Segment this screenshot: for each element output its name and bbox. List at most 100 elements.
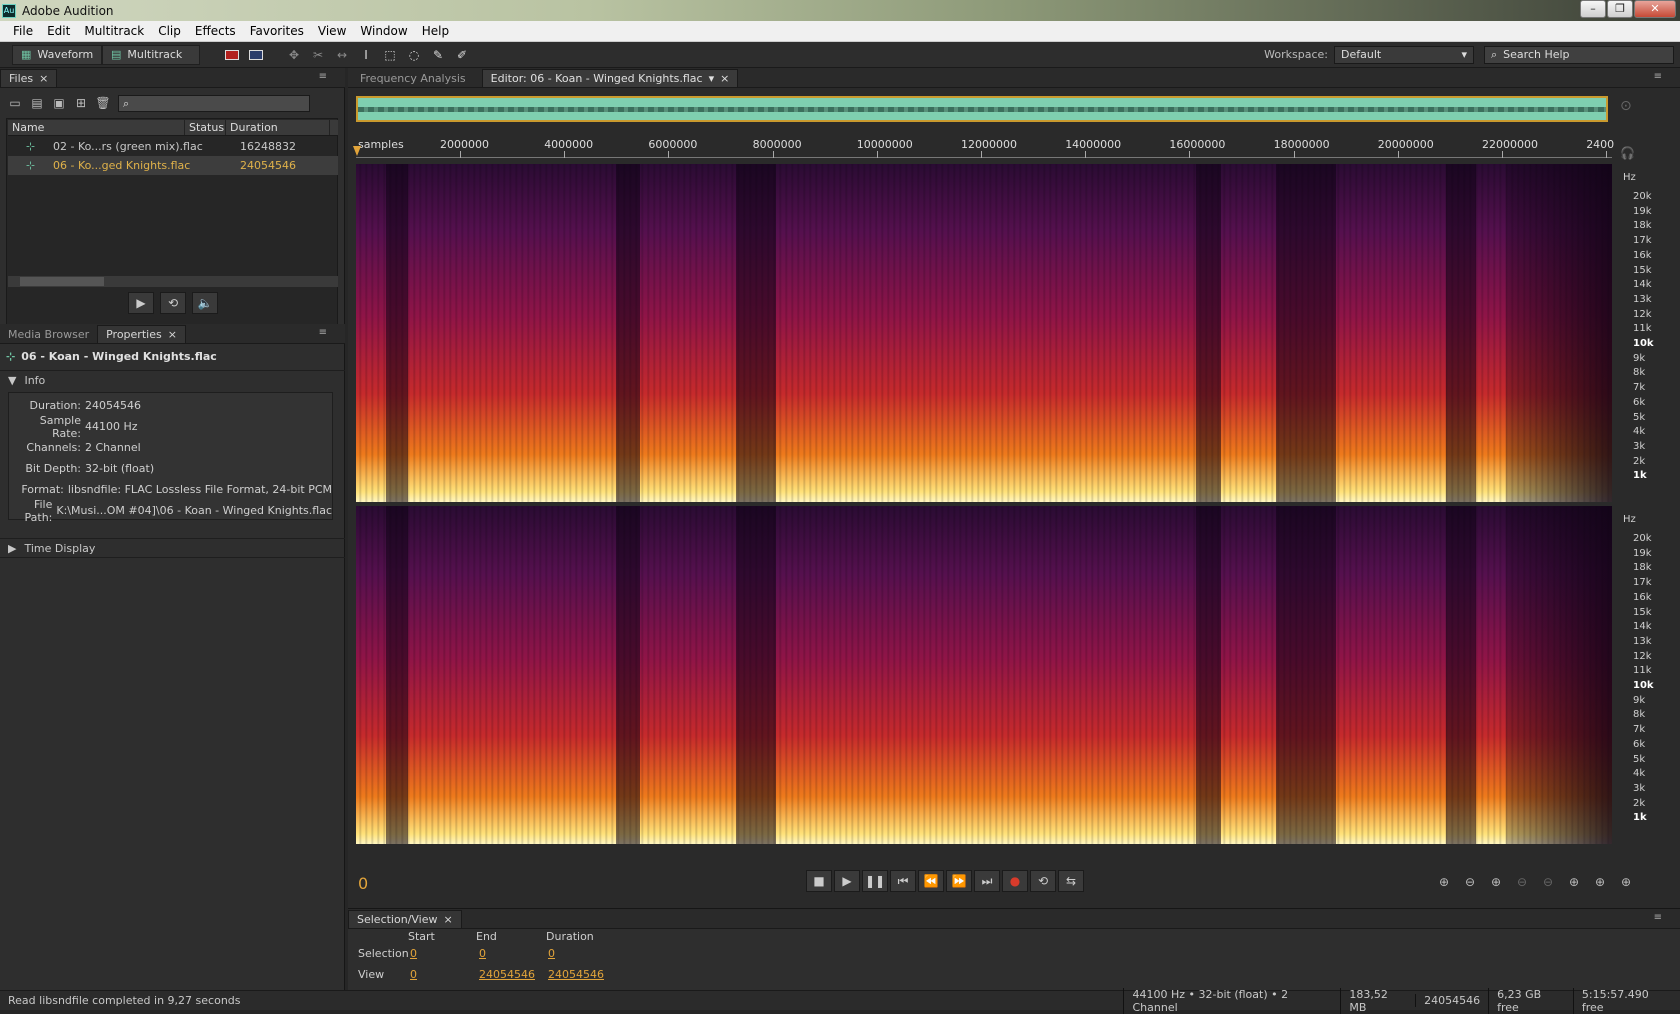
tab-frequency-analysis[interactable]: Frequency Analysis <box>352 69 474 87</box>
menu-view[interactable]: View <box>311 24 353 38</box>
import-icon[interactable]: ▤ <box>26 93 48 113</box>
files-tab-row: Files × ≡ <box>0 68 345 88</box>
razor-tool-icon[interactable]: ✂ <box>306 45 330 65</box>
multitrack-view-button[interactable]: ▤ Multitrack <box>102 44 200 65</box>
zoom-out-full-icon[interactable]: ⊖ <box>1537 872 1559 892</box>
rewind-button[interactable]: ⏪ <box>918 870 944 892</box>
scrollbar-thumb[interactable] <box>20 277 104 286</box>
search-help-input[interactable]: ⌕ Search Help <box>1484 45 1674 64</box>
zoom-in-time-icon[interactable]: ⊕ <box>1485 872 1507 892</box>
auto-play-button[interactable]: 🔈 <box>192 292 218 314</box>
panel-menu-icon[interactable]: ≡ <box>319 71 327 82</box>
skip-to-end-button[interactable]: ⏭ <box>974 870 1000 892</box>
loop-preview-button[interactable]: ⟲ <box>160 292 186 314</box>
panel-menu-icon[interactable]: ≡ <box>1654 912 1662 923</box>
spot-healing-tool-icon[interactable]: ✐ <box>450 45 474 65</box>
menu-clip[interactable]: Clip <box>151 24 188 38</box>
panel-menu-icon[interactable]: ≡ <box>1654 71 1662 82</box>
time-ruler[interactable]: samples 2000000 4000000 6000000 8000000 1000… <box>353 136 1614 158</box>
insert-into-multitrack-icon[interactable]: ⊞ <box>70 93 92 113</box>
close-window-button[interactable]: ✕ <box>1634 0 1676 18</box>
brush-tool-icon[interactable]: ✎ <box>426 45 450 65</box>
tab-media-browser[interactable]: Media Browser <box>0 325 97 343</box>
time-selection-tool-icon[interactable]: I <box>354 45 378 65</box>
tab-editor[interactable]: Editor: 06 - Koan - Winged Knights.flac … <box>481 69 739 87</box>
menu-help[interactable]: Help <box>415 24 456 38</box>
zoom-in-amplitude-icon[interactable]: ⊕ <box>1433 872 1455 892</box>
menu-favorites[interactable]: Favorites <box>243 24 311 38</box>
zoom-selection-icon[interactable]: ⊕ <box>1615 872 1637 892</box>
maximize-button[interactable]: ❐ <box>1607 0 1633 18</box>
selection-end-value[interactable]: 0 <box>479 947 486 960</box>
tab-selection-view[interactable]: Selection/View × <box>348 910 462 928</box>
new-file-icon[interactable]: ▣ <box>48 93 70 113</box>
play-button[interactable]: ▶ <box>834 870 860 892</box>
column-duration[interactable]: Duration <box>226 120 330 135</box>
fast-forward-button[interactable]: ⏩ <box>946 870 972 892</box>
menu-file[interactable]: File <box>6 24 40 38</box>
record-button[interactable]: ● <box>1002 870 1028 892</box>
pause-button[interactable]: ❚❚ <box>862 870 888 892</box>
file-row[interactable]: ⊹ 06 - Ko...ged Knights.flac 24054546 <box>8 156 338 175</box>
info-section-header[interactable]: ▼ Info <box>0 370 345 390</box>
column-name[interactable]: Name <box>8 120 185 135</box>
playhead-marker[interactable] <box>353 146 361 156</box>
chevron-down-icon[interactable]: ▾ <box>709 72 715 85</box>
move-tool-icon[interactable]: ✥ <box>282 45 306 65</box>
menu-edit[interactable]: Edit <box>40 24 77 38</box>
marquee-tool-icon[interactable]: ⬚ <box>378 45 402 65</box>
skip-to-start-button[interactable]: ⏮ <box>890 870 916 892</box>
status-message: Read libsndfile completed in 9,27 second… <box>8 994 241 1007</box>
hz-tick-label: 7k <box>1633 724 1646 736</box>
selection-start-value[interactable]: 0 <box>410 947 417 960</box>
overview-waveform[interactable] <box>356 96 1608 122</box>
waveform-view-button[interactable]: ▦ Waveform <box>12 44 102 65</box>
minimize-button[interactable]: – <box>1580 0 1606 18</box>
zoom-out-amplitude-icon[interactable]: ⊖ <box>1459 872 1481 892</box>
zoom-out-time-icon[interactable]: ⊖ <box>1511 872 1533 892</box>
view-duration-value[interactable]: 24054546 <box>548 968 604 981</box>
close-icon[interactable]: × <box>168 328 177 341</box>
loop-playback-button[interactable]: ⟲ <box>1030 870 1056 892</box>
status-bar: Read libsndfile completed in 9,27 second… <box>0 987 1680 1014</box>
tab-properties[interactable]: Properties × <box>97 325 186 343</box>
lasso-tool-icon[interactable]: ◌ <box>402 45 426 65</box>
workspace-select[interactable]: Default ▾ <box>1334 45 1474 64</box>
skip-selection-button[interactable]: ⇆ <box>1058 870 1084 892</box>
spectrogram-channel-1[interactable] <box>356 164 1612 502</box>
current-time-readout: 0 <box>358 874 369 893</box>
panel-menu-icon[interactable]: ≡ <box>319 327 327 338</box>
zoom-in-at-end-icon[interactable]: ⊕ <box>1589 872 1611 892</box>
ruler-tick-mark <box>1085 151 1087 158</box>
ruler-tick-label: 4000000 <box>544 138 594 151</box>
selection-duration-value[interactable]: 0 <box>548 947 555 960</box>
spectrogram-channel-2[interactable] <box>356 506 1612 844</box>
tab-files[interactable]: Files × <box>0 69 58 87</box>
time-display-section-header[interactable]: ▶ Time Display <box>0 538 345 558</box>
files-horizontal-scrollbar[interactable] <box>8 276 338 287</box>
audio-file-icon: ⊹ <box>6 350 16 363</box>
headphones-icon[interactable]: 🎧 <box>1620 146 1635 160</box>
close-icon[interactable]: × <box>39 72 48 85</box>
close-icon[interactable]: × <box>720 72 729 85</box>
title-bar: Au Adobe Audition – ❐ ✕ <box>0 0 1680 21</box>
play-preview-button[interactable]: ▶ <box>128 292 154 314</box>
close-icon[interactable]: × <box>444 913 453 926</box>
trash-icon[interactable]: 🗑 <box>92 93 114 113</box>
ruler-tick-mark <box>564 151 566 158</box>
stop-button[interactable]: ■ <box>806 870 832 892</box>
menu-effects[interactable]: Effects <box>188 24 243 38</box>
file-row[interactable]: ⊹ 02 - Ko...rs (green mix).flac 16248832 <box>8 137 338 156</box>
slip-tool-icon[interactable]: ↔ <box>330 45 354 65</box>
spectral-display-icon[interactable] <box>220 45 244 65</box>
zoom-in-at-start-icon[interactable]: ⊕ <box>1563 872 1585 892</box>
files-search-input[interactable]: ⌕ <box>118 94 310 112</box>
view-start-value[interactable]: 0 <box>410 968 417 981</box>
column-status[interactable]: Status <box>185 120 226 135</box>
menu-multitrack[interactable]: Multitrack <box>77 24 151 38</box>
open-folder-icon[interactable]: ▭ <box>4 93 26 113</box>
waveform-display-icon[interactable] <box>244 45 268 65</box>
menu-window[interactable]: Window <box>353 24 414 38</box>
view-end-value[interactable]: 24054546 <box>479 968 535 981</box>
zoom-navigator-icon[interactable]: ⊙ <box>1620 98 1632 114</box>
